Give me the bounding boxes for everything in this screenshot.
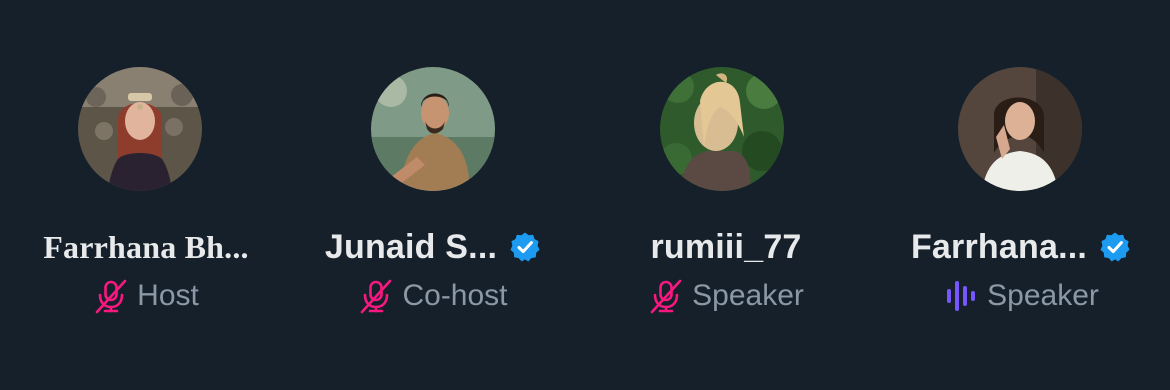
participant-card[interactable]: Farrhana Bh... Host bbox=[0, 0, 292, 390]
avatar-image bbox=[660, 67, 784, 191]
avatar[interactable] bbox=[78, 67, 202, 191]
spaces-speaker-grid: Farrhana Bh... Host Junaid S... Co-host … bbox=[0, 0, 1170, 390]
verified-badge-icon bbox=[510, 232, 540, 262]
role-row: Host bbox=[0, 275, 292, 317]
avatar[interactable] bbox=[958, 67, 1082, 191]
name-row: Junaid S... bbox=[287, 224, 579, 270]
participant-card[interactable]: Farrhana... Speaker bbox=[875, 0, 1167, 390]
role-row: Speaker bbox=[875, 275, 1167, 317]
participant-name[interactable]: Junaid S... bbox=[325, 228, 497, 267]
participant-role: Speaker bbox=[692, 279, 804, 312]
mic-muted-icon bbox=[361, 279, 392, 314]
avatar[interactable] bbox=[371, 67, 495, 191]
participant-role: Host bbox=[137, 279, 199, 312]
role-row: Co-host bbox=[287, 275, 579, 317]
participant-role: Co-host bbox=[402, 279, 508, 312]
participant-card[interactable]: Junaid S... Co-host bbox=[287, 0, 579, 390]
avatar-image bbox=[78, 67, 202, 191]
role-row: Speaker bbox=[580, 275, 872, 317]
name-row: rumiii_77 bbox=[580, 224, 872, 270]
participant-name[interactable]: rumiii_77 bbox=[650, 228, 801, 267]
participant-role: Speaker bbox=[987, 279, 1099, 312]
avatar-image bbox=[371, 67, 495, 191]
name-row: Farrhana Bh... bbox=[0, 224, 292, 270]
speaking-wave-icon bbox=[947, 281, 976, 311]
participant-name[interactable]: Farrhana Bh... bbox=[43, 229, 249, 266]
name-row: Farrhana... bbox=[875, 224, 1167, 270]
avatar-image bbox=[958, 67, 1082, 191]
participant-name[interactable]: Farrhana... bbox=[911, 228, 1087, 267]
participant-card[interactable]: rumiii_77 Speaker bbox=[580, 0, 872, 390]
verified-badge-icon bbox=[1100, 232, 1130, 262]
mic-muted-icon bbox=[95, 279, 127, 314]
mic-muted-icon bbox=[650, 279, 682, 314]
avatar[interactable] bbox=[660, 67, 784, 191]
